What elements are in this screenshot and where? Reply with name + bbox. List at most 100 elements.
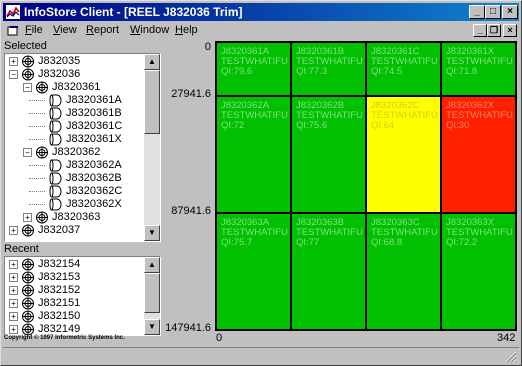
menu-help[interactable]: Help	[175, 24, 198, 36]
tree-item-label: J8320361X	[66, 133, 122, 145]
document-icon[interactable]	[7, 25, 19, 37]
reel-map-grid[interactable]: J8320361A TESTWHATIFU QI:79.6 J8320361B TEST…	[215, 41, 517, 331]
collapse-icon[interactable]: −	[23, 83, 32, 92]
menu-report[interactable]: Report	[86, 24, 119, 36]
tree-item[interactable]: + J832037	[5, 224, 145, 237]
recent-label: Recent	[4, 243, 39, 255]
map-cell[interactable]: J8320363B TESTWHATIFU QI:77	[291, 213, 366, 330]
tree-item[interactable]: − J8320361	[5, 81, 145, 94]
scroll-up-icon[interactable]: ▲	[144, 54, 160, 70]
collapse-icon[interactable]: −	[9, 70, 18, 79]
copyright-text: Copyright © 1997 Informetric Systems Inc…	[4, 335, 125, 341]
tree-item[interactable]: J8320362B	[5, 172, 145, 185]
roll-icon	[49, 107, 63, 120]
expand-icon[interactable]: +	[9, 260, 18, 269]
cell-qi: QI:77	[296, 237, 320, 249]
menu-window[interactable]: Window	[130, 24, 169, 36]
expand-icon[interactable]: +	[9, 57, 18, 66]
cell-qi: QI:72.2	[446, 237, 478, 249]
map-cell[interactable]: J8320362X TESTWHATIFU QI:30	[441, 96, 516, 214]
y-tick-label: 147941.6	[165, 322, 211, 334]
map-cell[interactable]: J8320361X TESTWHATIFU QI:71.8	[441, 42, 516, 97]
map-cell[interactable]: J8320361A TESTWHATIFU QI:79.6	[216, 42, 291, 97]
scroll-down-icon[interactable]: ▼	[144, 225, 160, 241]
expand-icon[interactable]: +	[9, 273, 18, 282]
expand-icon[interactable]: +	[9, 286, 18, 295]
mdi-restore-button[interactable]: ❐	[487, 24, 501, 37]
reel-icon	[21, 297, 35, 310]
expand-icon[interactable]: +	[9, 299, 18, 308]
scroll-thumb[interactable]	[144, 273, 160, 313]
cell-qi: QI:68.8	[371, 237, 403, 249]
resize-grip-icon[interactable]	[505, 351, 517, 363]
tree-item[interactable]: + J832150	[5, 310, 145, 323]
tree-item[interactable]: J8320362X	[5, 198, 145, 211]
map-cell[interactable]: J8320363A TESTWHATIFU QI:75.7	[216, 213, 291, 330]
map-cell[interactable]: J8320362C TESTWHATIFU QI:64	[366, 96, 441, 214]
selected-tree[interactable]: + J832035− J832036− J8320361 J8320361A J83203…	[4, 53, 161, 242]
tree-item[interactable]: − J832036	[5, 68, 145, 81]
tree-item-label: J832151	[38, 297, 81, 309]
tree-connector	[29, 113, 45, 114]
tree-item[interactable]: + J832154	[5, 258, 145, 271]
x-tick-start: 0	[216, 332, 223, 344]
scroll-down-icon[interactable]: ▼	[144, 319, 160, 335]
tree-item-label: J832037	[38, 224, 81, 236]
tree-item-label: J832152	[38, 284, 81, 296]
roll-icon	[49, 120, 63, 133]
expand-icon[interactable]: +	[9, 325, 18, 334]
scroll-up-icon[interactable]: ▲	[144, 257, 160, 273]
tree-item[interactable]: J8320361A	[5, 94, 145, 107]
tree-item[interactable]: + J832152	[5, 284, 145, 297]
expand-icon[interactable]: +	[9, 312, 18, 321]
tree-item[interactable]: J8320362A	[5, 159, 145, 172]
map-cell[interactable]: J8320361C TESTWHATIFU QI:74.5	[366, 42, 441, 97]
tree-item[interactable]: + J832151	[5, 297, 145, 310]
y-tick-label: 0	[204, 41, 211, 53]
y-tick-label: 27941.6	[171, 88, 211, 101]
title-bar[interactable]: InfoStore Client - [REEL J832036 Trim] _…	[3, 3, 519, 21]
menu-file[interactable]: File	[25, 24, 43, 36]
tree-item[interactable]: − J8320362	[5, 146, 145, 159]
tree-connector	[29, 191, 45, 192]
expand-icon[interactable]: +	[23, 213, 32, 222]
tree-item[interactable]: J8320361C	[5, 120, 145, 133]
close-button[interactable]: ×	[502, 5, 518, 19]
reel-icon	[35, 211, 49, 224]
map-cell[interactable]: J8320363X TESTWHATIFU QI:72.2	[441, 213, 516, 330]
maximize-button[interactable]: □	[485, 5, 501, 19]
tree-item[interactable]: + J8320363	[5, 211, 145, 224]
recent-tree[interactable]: + J832154 + J832153 + J832152 + J832151 + J832150…	[4, 256, 161, 336]
tree-item-label: J8320362	[52, 146, 101, 158]
tree-item-label: J832153	[38, 271, 81, 283]
cell-qi: QI:71.8	[446, 66, 478, 77]
menu-bar: File View Report Window Help _ ❐ ×	[3, 22, 519, 40]
tree-item[interactable]: J8320361B	[5, 107, 145, 120]
vertical-scrollbar[interactable]: ▲ ▼	[144, 257, 160, 335]
vertical-scrollbar[interactable]: ▲ ▼	[144, 54, 160, 241]
collapse-icon[interactable]: −	[23, 148, 32, 157]
map-cell[interactable]: J8320362A TESTWHATIFU QI:72	[216, 96, 291, 214]
map-cell[interactable]: J8320363C TESTWHATIFU QI:68.8	[366, 213, 441, 330]
tree-item-label: J8320362A	[66, 159, 122, 171]
x-tick-end: 342	[497, 332, 516, 344]
map-cell[interactable]: J8320362B TESTWHATIFU QI:75.6	[291, 96, 366, 214]
mdi-close-button[interactable]: ×	[503, 24, 517, 37]
tree-item[interactable]: + J832035	[5, 55, 145, 68]
minimize-button[interactable]: _	[469, 5, 485, 19]
cell-qi: QI:79.6	[221, 66, 253, 77]
expand-icon[interactable]: +	[9, 226, 18, 235]
menu-view[interactable]: View	[53, 24, 77, 36]
tree-item[interactable]: J8320361X	[5, 133, 145, 146]
tree-item[interactable]: J8320362C	[5, 185, 145, 198]
tree-item-label: J832036	[38, 68, 81, 80]
scroll-thumb[interactable]	[144, 70, 160, 134]
status-bar	[3, 347, 519, 365]
tree-connector	[29, 165, 45, 166]
mdi-minimize-button[interactable]: _	[473, 24, 487, 37]
reel-icon	[21, 224, 35, 237]
map-cell[interactable]: J8320361B TESTWHATIFU QI:77.3	[291, 42, 366, 97]
tree-item[interactable]: + J832153	[5, 271, 145, 284]
tree-connector	[29, 204, 45, 205]
roll-icon	[49, 133, 63, 146]
